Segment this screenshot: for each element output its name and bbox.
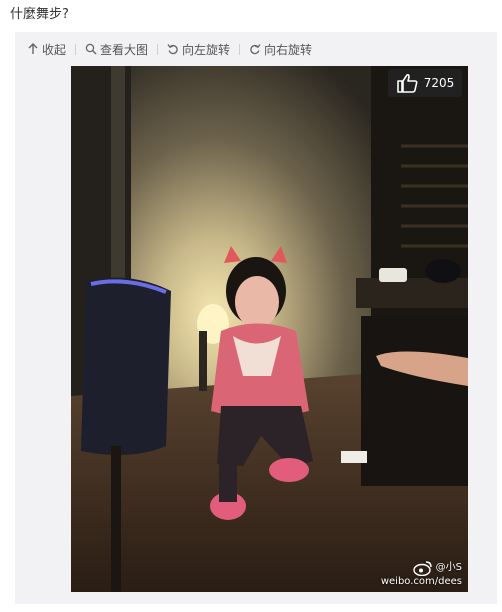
rotate-left-label: 向左旋转 (182, 42, 231, 57)
media-expanded-panel: 收起 查看大图 向左旋转 向右旋转 7205 @小S weibo.com/dee… (15, 32, 497, 604)
post-text: 什麼舞步? (10, 7, 69, 22)
toolbar-divider (157, 43, 159, 55)
rotate-left-icon (167, 44, 178, 55)
rotate-right-icon (250, 44, 261, 55)
rotate-right-label: 向右旋转 (264, 42, 313, 57)
toolbar-divider (75, 43, 77, 55)
watermark: @小S weibo.com/dees (381, 560, 462, 588)
rotate-left-button[interactable]: 向左旋转 (167, 41, 230, 58)
collapse-button[interactable]: 收起 (27, 41, 66, 58)
like-count: 7205 (423, 76, 455, 90)
view-large-label: 查看大图 (100, 42, 149, 57)
main-photo[interactable]: 7205 @小S weibo.com/dees (71, 66, 468, 592)
rotate-right-button[interactable]: 向右旋转 (249, 41, 312, 58)
watermark-handle: @小S (435, 562, 462, 573)
thumbs-up-icon (396, 73, 418, 93)
arrow-up-icon (28, 43, 38, 54)
search-icon (85, 43, 97, 55)
media-toolbar: 收起 查看大图 向左旋转 向右旋转 (27, 40, 312, 58)
view-large-button[interactable]: 查看大图 (85, 41, 148, 58)
weibo-logo-icon (412, 561, 432, 576)
like-button[interactable]: 7205 (388, 69, 462, 97)
toolbar-divider (239, 43, 241, 55)
watermark-site: weibo.com/dees (380, 576, 462, 587)
photo-scene (71, 66, 468, 592)
collapse-label: 收起 (42, 42, 67, 57)
